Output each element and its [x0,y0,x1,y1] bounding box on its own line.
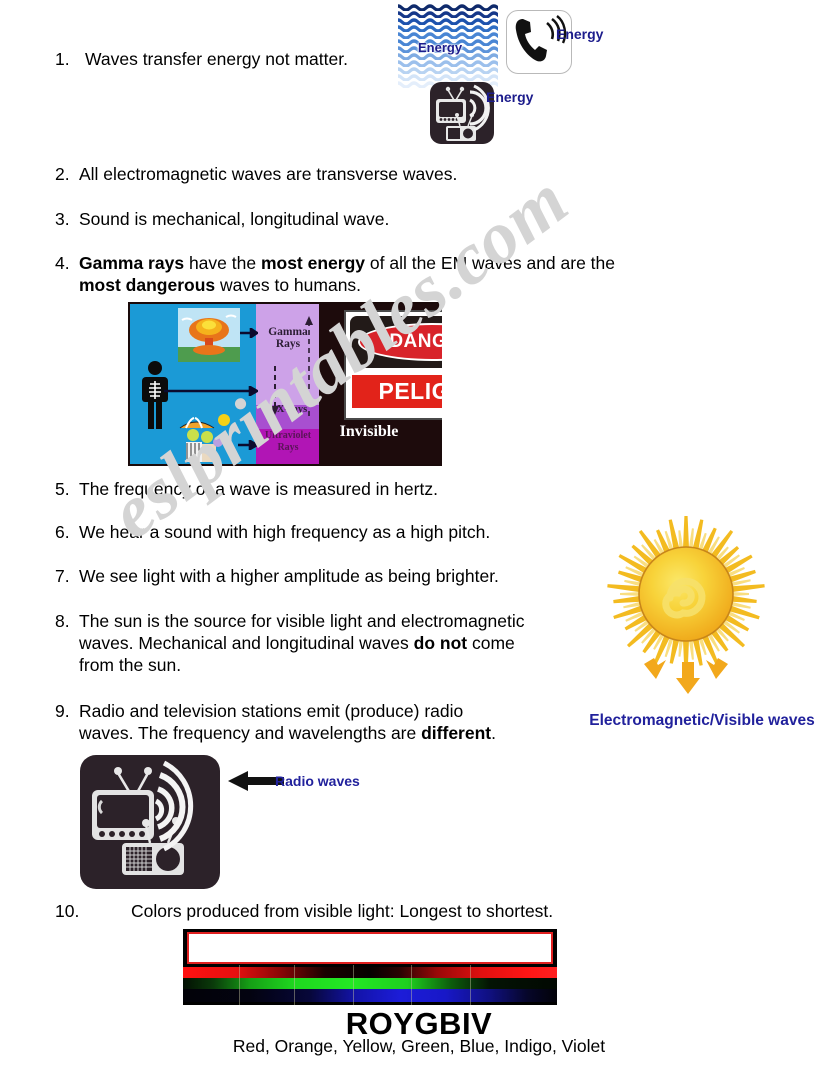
list-item-8-text-b: come [467,633,515,653]
spectrum-tick [353,965,354,1005]
list-item-4: 4. Gamma rays have the most energy of al… [55,252,695,296]
list-item-9-line1: Radio and television stations emit (prod… [79,701,464,721]
radio-tv-figure [80,755,220,889]
danger-text: DANGER [389,331,442,352]
list-item-7: 7. We see light with a higher amplitude … [55,565,615,587]
uv-arrow-icon [238,440,258,450]
nuclear-explosion-image [178,308,240,362]
most-energy-emphasis: most energy [260,253,366,273]
list-item-6-number: 6. [55,522,70,542]
list-item-4-text-c: waves to humans. [215,275,362,295]
list-item-10: 10. Colors produced from visible light: … [55,900,675,922]
list-item-8-line3: from the sun. [79,655,182,675]
list-item-8-line1: The sun is the source for visible light … [79,611,525,631]
ultraviolet-rays-label: Ultraviolet Rays [264,430,312,453]
sun-caption-label: Electromagnetic/Visible waves [589,712,815,729]
list-item-9-text-b: . [491,723,496,743]
list-item-2-number: 2. [55,164,70,184]
list-item-1-text: Waves transfer energy not matter. [85,49,348,69]
peligro-text: PELIGRO [378,378,442,404]
xray-arrow-icon [164,386,258,396]
beach-people-image [174,412,240,464]
telephone-icon [506,10,572,74]
list-item-6-text: We hear a sound with high frequency as a… [79,522,491,542]
em-spectrum-figure: Gamma Rays X-rays Ultraviolet Rays Invis… [128,302,442,466]
list-item-5-text: The frequency of a wave is measured in h… [79,479,438,499]
list-item-4-text-a: have the [184,253,261,273]
spectrum-tick [294,965,295,1005]
gamma-arrow-icon [240,328,258,338]
most-dangerous-emphasis: most dangerous [79,275,216,295]
spectrum-white-box [187,932,553,964]
list-item-2-text: All electromagnetic waves are transverse… [79,164,458,184]
list-item-9-text-a: waves. The frequency and wavelengths are [79,723,422,743]
list-item-3-number: 3. [55,209,70,229]
list-item-7-text: We see light with a higher amplitude as … [79,566,499,586]
do-not-emphasis: do not [413,633,468,653]
spectrum-tick [239,965,240,1005]
radio-waves-label: Radio waves [275,773,360,789]
sun-figure [586,512,786,702]
list-item-5: 5. The frequency of a wave is measured i… [55,478,575,500]
list-item-8: 8. The sun is the source for visible lig… [55,610,595,676]
invisible-label: Invisible [339,423,399,440]
spectrum-tick [411,965,412,1005]
tv-radio-icon [430,82,494,144]
list-item-10-text: Colors produced from visible light: Long… [131,901,554,921]
list-item-8-number: 8. [55,611,70,631]
list-item-5-number: 5. [55,479,70,499]
list-item-9: 9. Radio and television stations emit (p… [55,700,575,744]
gamma-rays-label: Gamma Rays [268,326,308,350]
sun-direction-arrows [644,658,728,694]
list-item-6: 6. We hear a sound with high frequency a… [55,521,615,543]
visible-spectrum-figure [183,929,557,1005]
danger-sign-image: DANGER PELIGRO [344,310,442,420]
danger-ellipse: DANGER [357,323,442,361]
list-item-9-number: 9. [55,701,70,721]
gamma-rays-emphasis: Gamma rays [79,253,185,273]
list-item-3-text: Sound is mechanical, longitudinal wave. [79,209,390,229]
list-item-1: 1. Waves transfer energy not matter. [55,48,475,70]
tv-energy-label: Energy [486,89,534,105]
color-names-label: Red, Orange, Yellow, Green, Blue, Indigo… [232,1036,606,1056]
phone-energy-label: Energy [556,26,604,42]
list-item-4-number: 4. [55,253,70,273]
list-item-7-number: 7. [55,566,70,586]
list-item-1-number: 1. [55,49,70,69]
list-item-8-text-a: waves. Mechanical and longitudinal waves [79,633,414,653]
different-emphasis: different [421,723,492,743]
list-item-2: 2. All electromagnetic waves are transve… [55,163,575,185]
spectrum-tick [470,965,471,1005]
peligro-banner: PELIGRO [350,373,442,410]
list-item-4-text-b: of all the EM waves and are the [365,253,616,273]
xrays-label: X-rays [276,404,308,415]
energy-icons-figure: Energy Energy Energy [398,4,618,146]
list-item-10-number: 10. [55,901,80,921]
danger-banner: DANGER [350,316,442,368]
list-item-3: 3. Sound is mechanical, longitudinal wav… [55,208,575,230]
